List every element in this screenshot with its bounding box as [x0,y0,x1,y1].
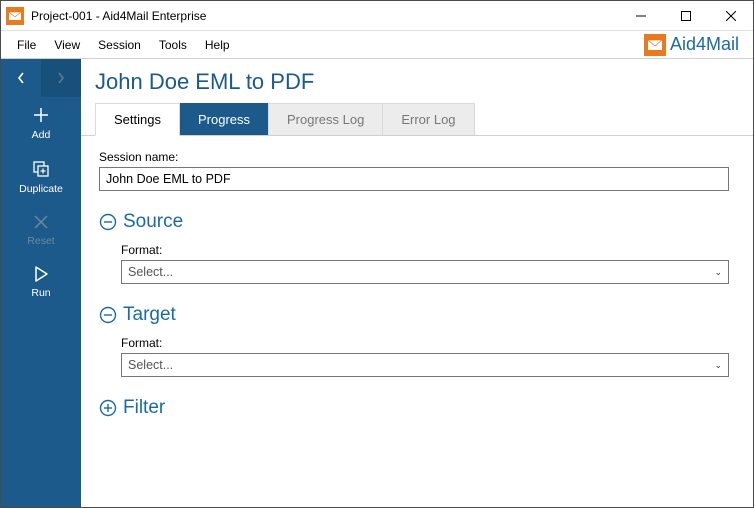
source-format-select[interactable]: Select... ⌄ [121,260,729,284]
play-icon [32,265,50,283]
section-filter: Filter [99,397,729,419]
tabs: Settings Progress Progress Log Error Log [81,103,753,136]
sidebar-item-reset: Reset [1,205,81,257]
section-source: Source Format: Select... ⌄ [99,211,729,284]
session-name-label: Session name: [99,150,729,164]
tab-settings[interactable]: Settings [95,103,180,136]
page-title: John Doe EML to PDF [95,69,739,95]
sidebar-item-label: Add [32,129,51,141]
sidebar-item-duplicate[interactable]: Duplicate [1,151,81,205]
body: Add Duplicate Reset Run [1,59,753,507]
expand-plus-icon [99,399,117,417]
menubar: File View Session Tools Help Aid4Mail [1,31,753,59]
settings-panel: Session name: Source Format: Select... ⌄ [81,136,753,507]
menu-view[interactable]: View [46,34,88,56]
page-header: John Doe EML to PDF [81,59,753,103]
duplicate-icon [31,159,51,179]
nav-row [1,59,81,97]
source-format-value: Select... [128,265,173,279]
nav-next-button[interactable] [41,59,81,97]
app-logo-icon [5,6,25,26]
filter-title: Filter [123,397,165,419]
menu-tools[interactable]: Tools [151,34,195,56]
sidebar-item-label: Run [31,287,50,299]
collapse-minus-icon [99,213,117,231]
menu-help[interactable]: Help [197,34,238,56]
section-source-header[interactable]: Source [99,211,729,233]
minimize-button[interactable] [618,1,663,31]
titlebar: Project-001 - Aid4Mail Enterprise [1,1,753,31]
tab-progress-log[interactable]: Progress Log [268,103,383,135]
chevron-down-icon: ⌄ [714,267,722,278]
source-format-label: Format: [121,243,729,257]
window-title: Project-001 - Aid4Mail Enterprise [31,9,618,23]
brand-text: Aid4Mail [670,34,739,55]
target-format-label: Format: [121,336,729,350]
session-name-input[interactable] [99,167,729,191]
source-body: Format: Select... ⌄ [99,233,729,284]
collapse-minus-icon [99,306,117,324]
sidebar-item-run[interactable]: Run [1,257,81,309]
chevron-right-icon [56,72,66,84]
menu-session[interactable]: Session [90,34,149,56]
tab-error-log[interactable]: Error Log [382,103,474,135]
plus-icon [31,105,51,125]
target-format-select[interactable]: Select... ⌄ [121,353,729,377]
sidebar-item-label: Duplicate [19,183,63,195]
close-x-icon [32,213,50,231]
close-button[interactable] [708,1,753,31]
tab-progress[interactable]: Progress [179,103,269,135]
brand-icon [644,34,666,56]
sidebar: Add Duplicate Reset Run [1,59,81,507]
chevron-left-icon [16,72,26,84]
target-body: Format: Select... ⌄ [99,326,729,377]
menu-file[interactable]: File [9,34,44,56]
source-title: Source [123,211,183,233]
brand: Aid4Mail [644,34,745,56]
chevron-down-icon: ⌄ [714,360,722,371]
target-format-value: Select... [128,358,173,372]
section-filter-header[interactable]: Filter [99,397,729,419]
sidebar-item-add[interactable]: Add [1,97,81,151]
nav-prev-button[interactable] [1,59,41,97]
section-target-header[interactable]: Target [99,304,729,326]
section-target: Target Format: Select... ⌄ [99,304,729,377]
app-window: Project-001 - Aid4Mail Enterprise File V… [0,0,754,508]
target-title: Target [123,304,176,326]
main: John Doe EML to PDF Settings Progress Pr… [81,59,753,507]
maximize-button[interactable] [663,1,708,31]
sidebar-item-label: Reset [27,235,54,247]
